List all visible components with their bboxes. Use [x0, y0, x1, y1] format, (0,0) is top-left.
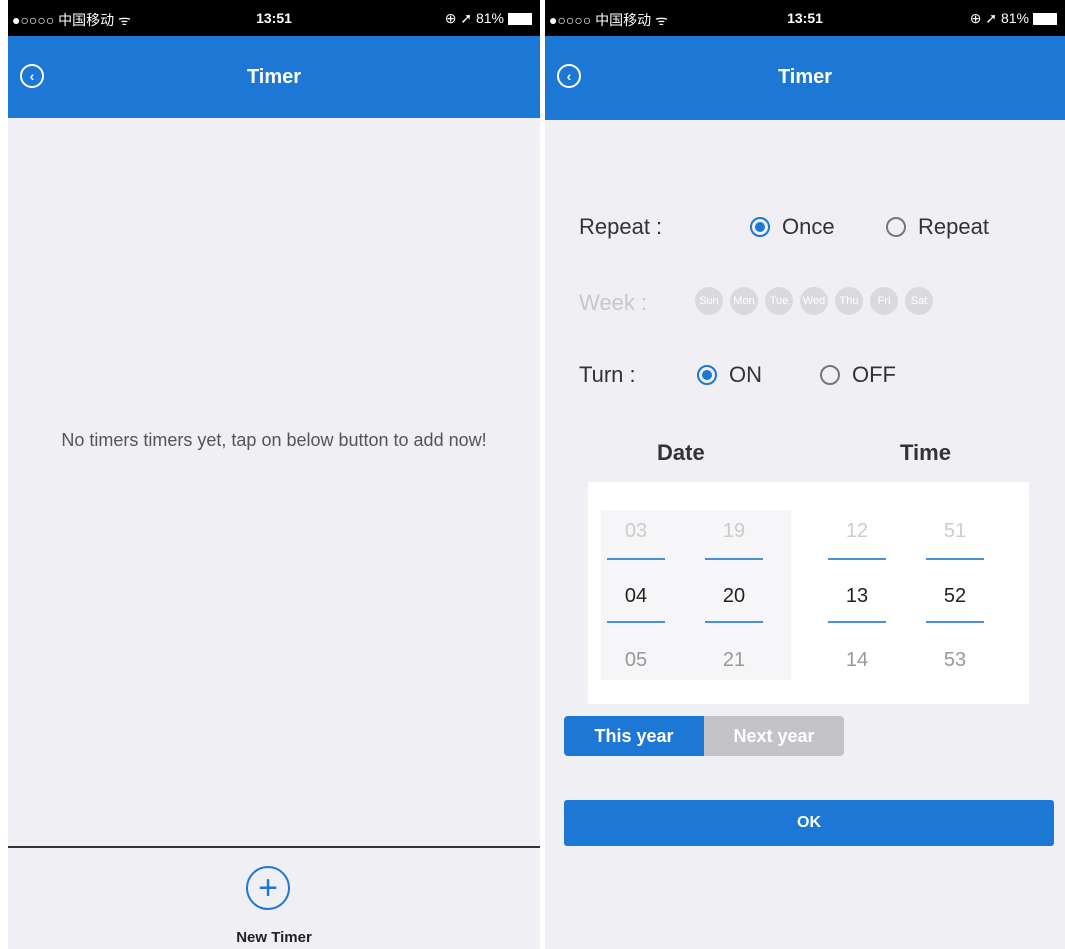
hour-prev[interactable]: 12	[827, 520, 887, 543]
plus-icon: +	[258, 869, 278, 907]
repeat-option-once[interactable]: Once	[750, 214, 835, 240]
day-sat[interactable]: Sat	[905, 287, 933, 315]
battery-percent: ⊕ ➚ 81%	[969, 10, 1029, 26]
picker-divider	[705, 621, 763, 623]
repeat-option-label: Once	[782, 214, 835, 239]
battery-indicator: ⊕ ➚ 81%	[445, 10, 532, 27]
turn-option-off[interactable]: OFF	[820, 362, 896, 388]
date-header: Date	[657, 440, 705, 465]
new-timer-button[interactable]: +	[246, 866, 290, 910]
turn-option-label: OFF	[852, 362, 896, 387]
minute-next[interactable]: 53	[925, 649, 985, 672]
weekday-selector: Sun Mon Tue Wed Thu Fri Sat	[695, 287, 933, 315]
battery-indicator: ⊕ ➚ 81%	[970, 10, 1057, 27]
day-mon[interactable]: Mon	[730, 287, 758, 315]
time-picker-column-group: 12 13 14 51 52 53	[822, 510, 1012, 680]
month-next[interactable]: 05	[606, 649, 666, 672]
timer-edit-screen: ●○○○○ 中国移动 ᯤ 13:51 ⊕ ➚ 81% ‹ Timer Repea…	[545, 0, 1065, 949]
picker-divider	[828, 558, 886, 560]
repeat-label: Repeat :	[579, 214, 663, 239]
status-bar: ●○○○○ 中国移动 ᯤ 13:51 ⊕ ➚ 81%	[545, 0, 1065, 36]
day-thu[interactable]: Thu	[835, 287, 863, 315]
nav-bar: ‹ Timer	[545, 36, 1065, 120]
picker-divider	[926, 621, 984, 623]
timer-list-screen: ●○○○○ 中国移动 ᯤ 13:51 ⊕ ➚ 81% ‹ Timer No ti…	[8, 0, 540, 949]
date-time-picker: 03 04 05 19 20 21 12 13 14 51 52 53	[588, 482, 1029, 704]
year-segmented-control: This year Next year	[564, 716, 844, 756]
day-selected[interactable]: 20	[704, 585, 764, 608]
battery-icon	[1033, 12, 1057, 25]
day-prev[interactable]: 19	[704, 520, 764, 543]
date-picker-column-group: 03 04 05 19 20 21	[601, 510, 791, 680]
minute-prev[interactable]: 51	[925, 520, 985, 543]
repeat-option-repeat[interactable]: Repeat	[886, 214, 989, 240]
radio-selected-icon	[697, 365, 717, 385]
week-label: Week :	[579, 290, 648, 315]
picker-divider	[828, 621, 886, 623]
page-title: Timer	[777, 66, 833, 88]
nav-bar: ‹ Timer	[8, 36, 540, 118]
month-prev[interactable]: 03	[606, 520, 666, 543]
time-header: Time	[900, 440, 951, 465]
battery-icon	[508, 12, 532, 25]
day-sun[interactable]: Sun	[695, 287, 723, 315]
picker-divider	[607, 558, 665, 560]
radio-selected-icon	[750, 217, 770, 237]
turn-label: Turn :	[579, 362, 636, 387]
hour-next[interactable]: 14	[827, 649, 887, 672]
tab-next-year[interactable]: Next year	[704, 716, 844, 756]
radio-unselected-icon	[886, 217, 906, 237]
empty-state-message: No timers timers yet, tap on below butto…	[61, 430, 487, 450]
day-wed[interactable]: Wed	[800, 287, 828, 315]
hour-selected[interactable]: 13	[827, 585, 887, 608]
new-timer-label[interactable]: New Timer	[8, 929, 540, 946]
day-next[interactable]: 21	[704, 649, 764, 672]
tab-this-year[interactable]: This year	[564, 716, 704, 756]
page-title: Timer	[246, 66, 302, 88]
ok-button[interactable]: OK	[564, 800, 1054, 846]
picker-divider	[607, 621, 665, 623]
battery-percent: ⊕ ➚ 81%	[444, 10, 504, 26]
picker-divider	[705, 558, 763, 560]
day-tue[interactable]: Tue	[765, 287, 793, 315]
radio-unselected-icon	[820, 365, 840, 385]
picker-divider	[926, 558, 984, 560]
status-bar: ●○○○○ 中国移动 ᯤ 13:51 ⊕ ➚ 81%	[8, 0, 540, 36]
month-selected[interactable]: 04	[606, 585, 666, 608]
repeat-option-label: Repeat	[918, 214, 989, 239]
turn-option-on[interactable]: ON	[697, 362, 762, 388]
day-fri[interactable]: Fri	[870, 287, 898, 315]
minute-selected[interactable]: 52	[925, 585, 985, 608]
turn-option-label: ON	[729, 362, 762, 387]
